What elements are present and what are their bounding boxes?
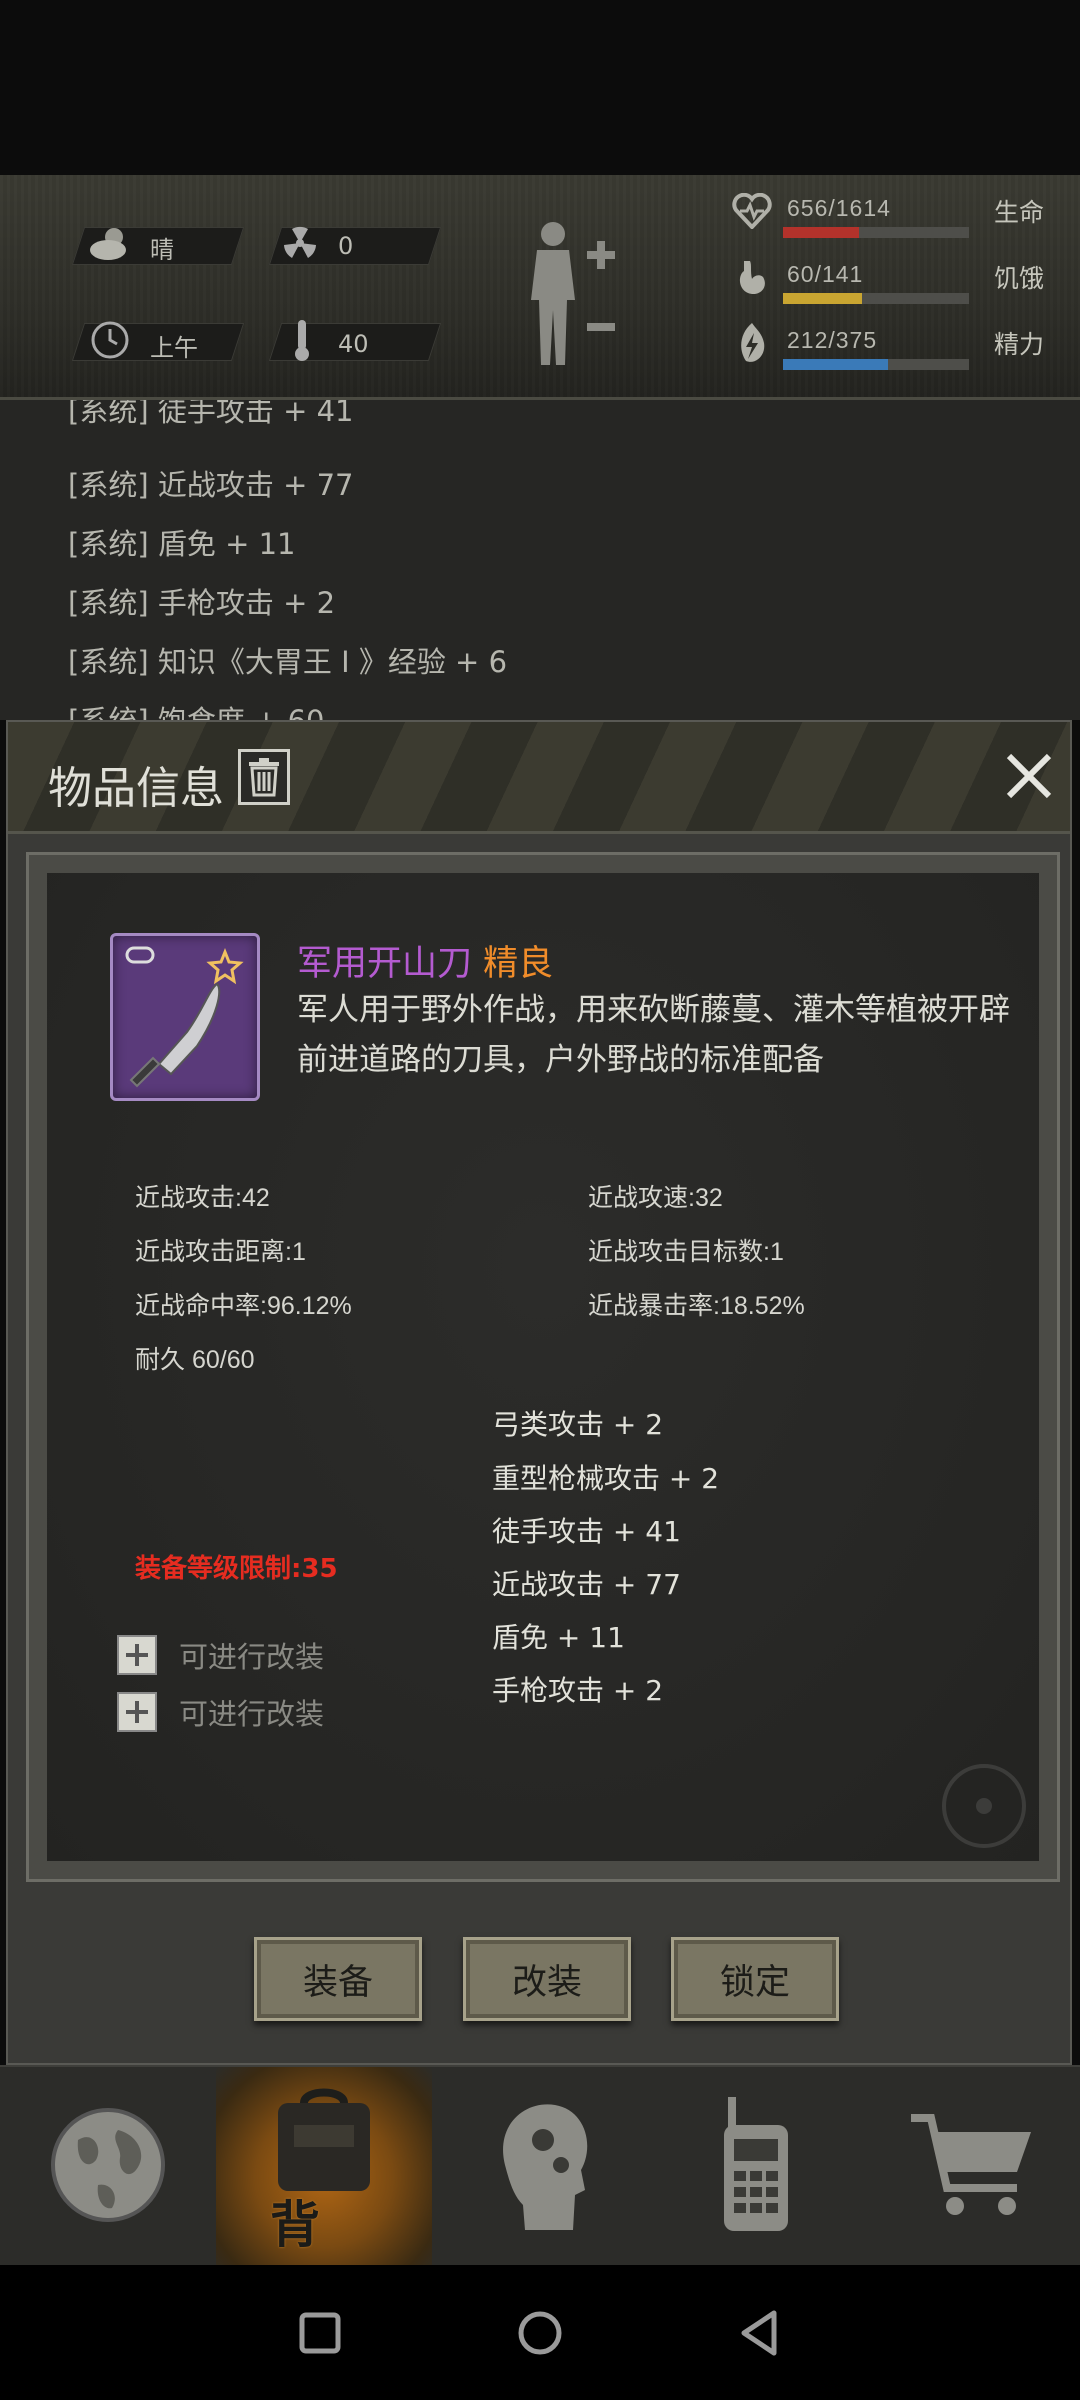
attr-durability: 耐久 60/60 [135, 1346, 255, 1374]
mod-slot-2[interactable]: 可进行改装 [117, 1691, 324, 1733]
back-icon[interactable] [730, 2303, 790, 2363]
nav-skills[interactable] [432, 2067, 648, 2267]
log-line: [系统] 盾免 + 11 [68, 527, 296, 561]
nav-radio[interactable] [648, 2067, 864, 2267]
health-label: 生命 [994, 198, 1045, 227]
bonus-line: 手枪攻击 + 2 [492, 1674, 664, 1707]
close-icon[interactable] [1003, 750, 1055, 802]
log-line: [系统] 近战攻击 + 77 [68, 468, 354, 502]
nav-backpack[interactable]: 背包 [216, 2067, 432, 2326]
item-name: 军用开山刀 精良 [297, 935, 553, 986]
bonus-line: 徒手攻击 + 41 [492, 1515, 681, 1548]
hunger-value: 60/141 [787, 261, 864, 287]
shopping-cart-icon [907, 2110, 1037, 2224]
time-text: 上午 [150, 334, 198, 362]
thermometer-icon [280, 318, 324, 362]
dialog-title: 物品信息 [48, 763, 224, 814]
item-detail-panel: 军用开山刀 精良 军人用于野外作战，用来砍断藤蔓、灌木等植被开辟前进道路的刀具，… [26, 852, 1060, 1882]
energy-value: 212/375 [787, 327, 878, 353]
head-gears-icon [485, 2095, 595, 2239]
bottom-nav: 背包 [0, 2065, 1080, 2326]
machete-icon [110, 933, 260, 1101]
health-bar [783, 227, 969, 238]
item-description: 军人用于野外作战，用来砍断藤蔓、灌木等植被开辟前进道路的刀具，户外野战的标准配备 [297, 992, 1010, 1078]
heart-icon [730, 189, 774, 233]
modify-button[interactable]: 改装 [463, 1937, 631, 2021]
recent-apps-icon[interactable] [290, 2303, 350, 2363]
item-info-dialog: 物品信息 军用开山刀 精良 军人用于野外作战，用来砍断藤蔓、灌木等植被开辟前进道… [6, 720, 1072, 2065]
mod-slot-label: 可进行改装 [179, 1640, 325, 1674]
trash-icon[interactable] [238, 749, 290, 805]
bonus-line: 盾免 + 11 [492, 1621, 625, 1654]
mod-slot-1[interactable]: 可进行改装 [117, 1634, 324, 1676]
body-status-figure[interactable] [515, 220, 625, 370]
item-quality: 精良 [483, 944, 554, 984]
attr-melee-hit-rate: 近战命中率:96.12% [135, 1292, 352, 1320]
android-nav-bar [0, 2265, 1080, 2400]
equip-button[interactable]: 装备 [254, 1937, 422, 2021]
dialog-header: 物品信息 [8, 722, 1070, 834]
hunger-bar [783, 293, 969, 304]
walkie-talkie-icon [716, 2095, 796, 2239]
log-line: [系统] 手枪攻击 + 2 [68, 586, 336, 620]
radiation-watermark-icon [939, 1761, 1029, 1851]
globe-icon [48, 2100, 168, 2234]
weather-text: 晴 [150, 236, 174, 264]
mod-slot-label: 可进行改装 [179, 1697, 325, 1731]
plus-icon [117, 1635, 157, 1675]
status-hud: 晴 0 上午 40 656/1614 生命 60/141 饥饿 212/375 … [0, 175, 1080, 400]
log-line: [系统] 饱食度 + 60 [68, 698, 324, 720]
energy-icon [730, 321, 774, 365]
clock-icon [88, 318, 132, 362]
backpack-icon [264, 2085, 384, 2199]
stomach-icon [730, 255, 774, 299]
log-line: [系统] 徒手攻击 + 41 [68, 400, 354, 428]
temperature-value: 40 [338, 330, 369, 358]
health-value: 656/1614 [787, 195, 891, 221]
cloud-sun-icon [88, 221, 132, 265]
radiation-value: 0 [338, 232, 354, 260]
radiation-icon [278, 221, 322, 265]
lock-button[interactable]: 锁定 [671, 1937, 839, 2021]
log-line: [系统] 知识《大胃王 I 》经验 + 6 [68, 645, 508, 679]
system-log[interactable]: [系统] 徒手攻击 + 41 [系统] 近战攻击 + 77 [系统] 盾免 + … [0, 400, 1080, 720]
attr-melee-crit-rate: 近战暴击率:18.52% [588, 1292, 805, 1320]
equip-level-requirement: 装备等级限制:35 [135, 1554, 338, 1584]
plus-icon [117, 1692, 157, 1732]
item-name-text: 军用开山刀 [297, 944, 473, 984]
energy-label: 精力 [994, 330, 1045, 359]
bonus-line: 弓类攻击 + 2 [492, 1408, 664, 1441]
attr-melee-speed: 近战攻速:32 [588, 1184, 723, 1212]
attr-melee-targets: 近战攻击目标数:1 [588, 1238, 784, 1266]
hunger-label: 饥饿 [994, 264, 1045, 293]
nav-world-map[interactable] [0, 2067, 216, 2267]
nav-shop[interactable] [864, 2067, 1080, 2267]
home-icon[interactable] [510, 2303, 570, 2363]
attr-melee-attack: 近战攻击:42 [135, 1184, 270, 1212]
bonus-line: 重型枪械攻击 + 2 [492, 1462, 720, 1495]
attr-melee-range: 近战攻击距离:1 [135, 1238, 306, 1266]
energy-bar [783, 359, 969, 370]
bonus-line: 近战攻击 + 77 [492, 1568, 681, 1601]
